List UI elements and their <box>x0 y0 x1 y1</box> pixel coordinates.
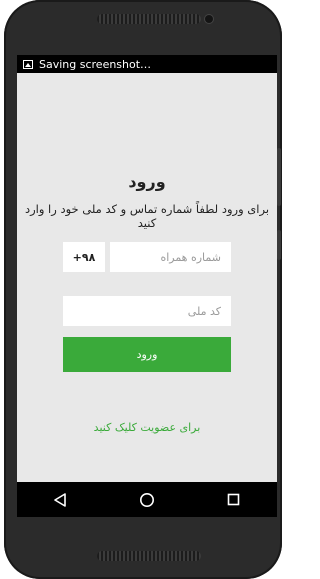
phone-number-input[interactable] <box>110 242 231 272</box>
home-icon <box>139 492 154 507</box>
app-screen: Saving screenshot… ورود برای ورود لطفاً … <box>17 55 277 517</box>
recents-icon <box>227 493 240 506</box>
recents-button[interactable] <box>214 482 254 517</box>
status-bar: Saving screenshot… <box>17 55 277 73</box>
page-title: ورود <box>128 172 166 191</box>
back-button[interactable] <box>40 482 80 517</box>
login-instructions: برای ورود لطفاً شماره تماس و کد ملی خود … <box>24 202 270 230</box>
front-camera <box>205 15 213 23</box>
login-button[interactable]: ورود <box>63 337 231 372</box>
home-button[interactable] <box>127 482 167 517</box>
national-id-input[interactable] <box>63 296 231 326</box>
signup-link[interactable]: برای عضویت کلیک کنید <box>17 421 277 434</box>
bottom-speaker-grille <box>97 551 201 561</box>
phone-frame: Saving screenshot… ورود برای ورود لطفاً … <box>4 0 282 579</box>
image-icon <box>23 59 33 69</box>
country-code-selector[interactable]: +۹۸ <box>63 242 105 272</box>
power-button <box>277 148 281 206</box>
status-notification-text: Saving screenshot… <box>39 57 152 71</box>
back-icon <box>54 492 67 507</box>
top-speaker-grille <box>97 14 201 24</box>
volume-button <box>277 230 281 260</box>
navigation-bar <box>17 482 277 517</box>
